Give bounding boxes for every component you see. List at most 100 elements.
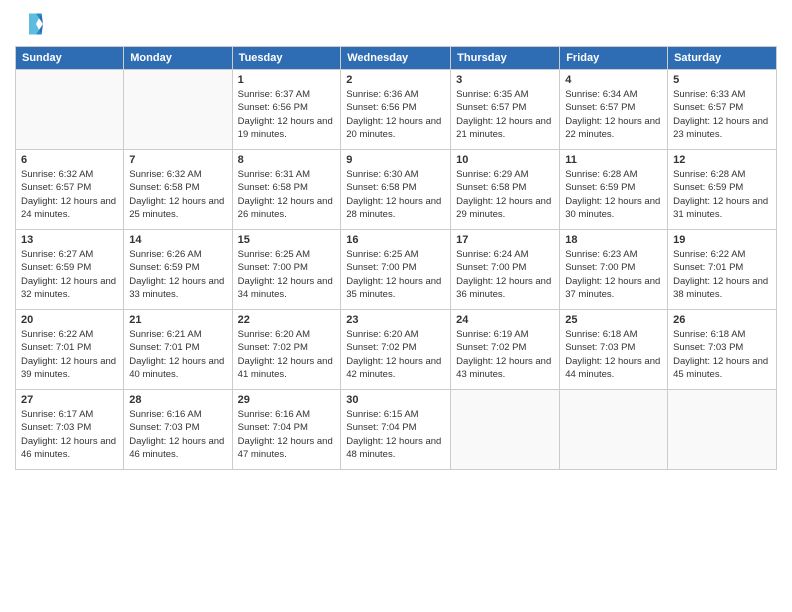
calendar-cell: 11 Sunrise: 6:28 AM Sunset: 6:59 PM Dayli…	[560, 150, 668, 230]
calendar-cell: 14 Sunrise: 6:26 AM Sunset: 6:59 PM Dayli…	[124, 230, 232, 310]
day-number: 14	[129, 234, 226, 246]
day-info: Sunrise: 6:33 AM Sunset: 6:57 PM Dayligh…	[673, 88, 771, 141]
day-number: 8	[238, 154, 336, 166]
logo	[15, 10, 45, 38]
day-info: Sunrise: 6:35 AM Sunset: 6:57 PM Dayligh…	[456, 88, 554, 141]
day-info: Sunrise: 6:28 AM Sunset: 6:59 PM Dayligh…	[565, 168, 662, 221]
calendar-cell: 30 Sunrise: 6:15 AM Sunset: 7:04 PM Dayli…	[341, 390, 451, 470]
day-info: Sunrise: 6:16 AM Sunset: 7:03 PM Dayligh…	[129, 408, 226, 461]
calendar-cell: 22 Sunrise: 6:20 AM Sunset: 7:02 PM Dayli…	[232, 310, 341, 390]
calendar-cell	[124, 70, 232, 150]
day-number: 16	[346, 234, 445, 246]
day-number: 29	[238, 394, 336, 406]
calendar-cell: 4 Sunrise: 6:34 AM Sunset: 6:57 PM Daylig…	[560, 70, 668, 150]
calendar-cell: 3 Sunrise: 6:35 AM Sunset: 6:57 PM Daylig…	[451, 70, 560, 150]
calendar-cell: 26Sunrise: 6:18 AM Sunset: 7:03 PM Dayli…	[668, 310, 777, 390]
day-number: 3	[456, 74, 554, 86]
calendar-cell: 27 Sunrise: 6:17 AM Sunset: 7:03 PM Dayli…	[16, 390, 124, 470]
calendar-week-2: 13 Sunrise: 6:27 AM Sunset: 6:59 PM Dayli…	[16, 230, 777, 310]
calendar-cell: 17 Sunrise: 6:24 AM Sunset: 7:00 PM Dayli…	[451, 230, 560, 310]
day-info: Sunrise: 6:15 AM Sunset: 7:04 PM Dayligh…	[346, 408, 445, 461]
calendar-cell: 2Sunrise: 6:36 AM Sunset: 6:56 PM Daylig…	[341, 70, 451, 150]
calendar-cell: 15 Sunrise: 6:25 AM Sunset: 7:00 PM Dayli…	[232, 230, 341, 310]
day-info: Sunrise: 6:37 AM Sunset: 6:56 PM Dayligh…	[238, 88, 336, 141]
day-number: 2	[346, 74, 445, 86]
day-number: 11	[565, 154, 662, 166]
day-number: 17	[456, 234, 554, 246]
calendar-cell: 7 Sunrise: 6:32 AM Sunset: 6:58 PM Daylig…	[124, 150, 232, 230]
day-info: Sunrise: 6:22 AM Sunset: 7:01 PM Dayligh…	[21, 328, 118, 381]
day-info: Sunrise: 6:27 AM Sunset: 6:59 PM Dayligh…	[21, 248, 118, 301]
day-info: Sunrise: 6:25 AM Sunset: 7:00 PM Dayligh…	[238, 248, 336, 301]
calendar-cell	[451, 390, 560, 470]
day-info: Sunrise: 6:29 AM Sunset: 6:58 PM Dayligh…	[456, 168, 554, 221]
day-info: Sunrise: 6:22 AM Sunset: 7:01 PM Dayligh…	[673, 248, 771, 301]
day-number: 12	[673, 154, 771, 166]
calendar-cell: 12 Sunrise: 6:28 AM Sunset: 6:59 PM Dayli…	[668, 150, 777, 230]
calendar-cell: 16 Sunrise: 6:25 AM Sunset: 7:00 PM Dayli…	[341, 230, 451, 310]
calendar-cell: 13 Sunrise: 6:27 AM Sunset: 6:59 PM Dayli…	[16, 230, 124, 310]
calendar-cell	[16, 70, 124, 150]
calendar-cell: 9Sunrise: 6:30 AM Sunset: 6:58 PM Daylig…	[341, 150, 451, 230]
day-number: 23	[346, 314, 445, 326]
day-info: Sunrise: 6:16 AM Sunset: 7:04 PM Dayligh…	[238, 408, 336, 461]
day-number: 5	[673, 74, 771, 86]
day-info: Sunrise: 6:24 AM Sunset: 7:00 PM Dayligh…	[456, 248, 554, 301]
day-info: Sunrise: 6:20 AM Sunset: 7:02 PM Dayligh…	[238, 328, 336, 381]
day-number: 30	[346, 394, 445, 406]
day-number: 20	[21, 314, 118, 326]
calendar-week-0: 1 Sunrise: 6:37 AM Sunset: 6:56 PM Daylig…	[16, 70, 777, 150]
day-number: 10	[456, 154, 554, 166]
day-number: 28	[129, 394, 226, 406]
day-number: 1	[238, 74, 336, 86]
day-info: Sunrise: 6:28 AM Sunset: 6:59 PM Dayligh…	[673, 168, 771, 221]
day-info: Sunrise: 6:32 AM Sunset: 6:57 PM Dayligh…	[21, 168, 118, 221]
day-info: Sunrise: 6:26 AM Sunset: 6:59 PM Dayligh…	[129, 248, 226, 301]
calendar-cell: 6 Sunrise: 6:32 AM Sunset: 6:57 PM Daylig…	[16, 150, 124, 230]
day-info: Sunrise: 6:32 AM Sunset: 6:58 PM Dayligh…	[129, 168, 226, 221]
day-number: 22	[238, 314, 336, 326]
day-info: Sunrise: 6:31 AM Sunset: 6:58 PM Dayligh…	[238, 168, 336, 221]
day-number: 15	[238, 234, 336, 246]
calendar-cell: 10 Sunrise: 6:29 AM Sunset: 6:58 PM Dayli…	[451, 150, 560, 230]
day-info: Sunrise: 6:17 AM Sunset: 7:03 PM Dayligh…	[21, 408, 118, 461]
day-number: 4	[565, 74, 662, 86]
day-info: Sunrise: 6:30 AM Sunset: 6:58 PM Dayligh…	[346, 168, 445, 221]
day-number: 6	[21, 154, 118, 166]
day-number: 7	[129, 154, 226, 166]
day-number: 19	[673, 234, 771, 246]
day-info: Sunrise: 6:23 AM Sunset: 7:00 PM Dayligh…	[565, 248, 662, 301]
calendar-week-1: 6 Sunrise: 6:32 AM Sunset: 6:57 PM Daylig…	[16, 150, 777, 230]
day-number: 24	[456, 314, 554, 326]
calendar-cell	[668, 390, 777, 470]
day-number: 27	[21, 394, 118, 406]
col-header-sunday: Sunday	[16, 47, 124, 70]
day-number: 13	[21, 234, 118, 246]
calendar-week-3: 20 Sunrise: 6:22 AM Sunset: 7:01 PM Dayli…	[16, 310, 777, 390]
calendar-cell: 21Sunrise: 6:21 AM Sunset: 7:01 PM Dayli…	[124, 310, 232, 390]
day-info: Sunrise: 6:25 AM Sunset: 7:00 PM Dayligh…	[346, 248, 445, 301]
calendar-cell: 25Sunrise: 6:18 AM Sunset: 7:03 PM Dayli…	[560, 310, 668, 390]
day-info: Sunrise: 6:34 AM Sunset: 6:57 PM Dayligh…	[565, 88, 662, 141]
calendar-cell: 29 Sunrise: 6:16 AM Sunset: 7:04 PM Dayli…	[232, 390, 341, 470]
day-number: 26	[673, 314, 771, 326]
col-header-friday: Friday	[560, 47, 668, 70]
col-header-tuesday: Tuesday	[232, 47, 341, 70]
calendar-table: SundayMondayTuesdayWednesdayThursdayFrid…	[15, 46, 777, 470]
col-header-thursday: Thursday	[451, 47, 560, 70]
col-header-monday: Monday	[124, 47, 232, 70]
day-info: Sunrise: 6:19 AM Sunset: 7:02 PM Dayligh…	[456, 328, 554, 381]
calendar-header-row: SundayMondayTuesdayWednesdayThursdayFrid…	[16, 47, 777, 70]
calendar-cell	[560, 390, 668, 470]
calendar-cell: 8 Sunrise: 6:31 AM Sunset: 6:58 PM Daylig…	[232, 150, 341, 230]
page: SundayMondayTuesdayWednesdayThursdayFrid…	[0, 0, 792, 612]
calendar-week-4: 27 Sunrise: 6:17 AM Sunset: 7:03 PM Dayli…	[16, 390, 777, 470]
day-number: 25	[565, 314, 662, 326]
calendar-cell: 18 Sunrise: 6:23 AM Sunset: 7:00 PM Dayli…	[560, 230, 668, 310]
calendar-cell: 24 Sunrise: 6:19 AM Sunset: 7:02 PM Dayli…	[451, 310, 560, 390]
day-number: 18	[565, 234, 662, 246]
col-header-saturday: Saturday	[668, 47, 777, 70]
calendar-cell: 28 Sunrise: 6:16 AM Sunset: 7:03 PM Dayli…	[124, 390, 232, 470]
calendar-cell: 23Sunrise: 6:20 AM Sunset: 7:02 PM Dayli…	[341, 310, 451, 390]
calendar-cell: 5 Sunrise: 6:33 AM Sunset: 6:57 PM Daylig…	[668, 70, 777, 150]
